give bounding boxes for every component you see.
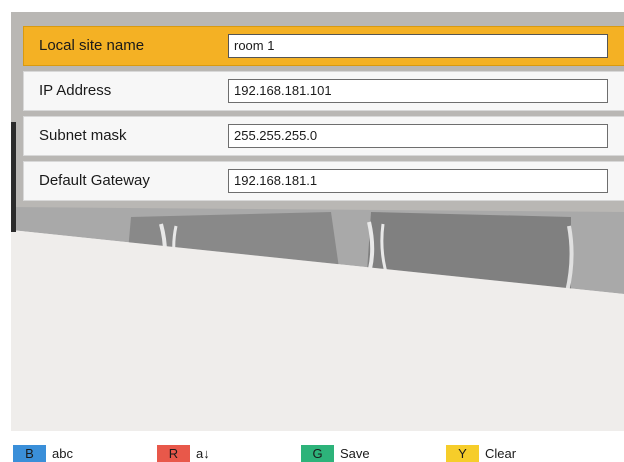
row-default-gateway[interactable]: Default Gateway 192.168.181.1 <box>23 161 624 201</box>
row-local-site-name[interactable]: Local site name room 1 <box>23 26 624 66</box>
default-gateway-field[interactable]: 192.168.181.1 <box>228 169 608 193</box>
local-site-name-field[interactable]: room 1 <box>228 34 608 58</box>
yellow-key-label: Clear <box>485 446 517 461</box>
red-key-badge: R <box>157 445 190 462</box>
network-settings-screen: Local site name room 1 IP Address 192.16… <box>0 0 624 462</box>
ip-address-field[interactable]: 192.168.181.101 <box>228 79 608 103</box>
red-key-hint[interactable]: R a↓ <box>157 445 210 462</box>
row-ip-address[interactable]: IP Address 192.168.181.101 <box>23 71 624 111</box>
local-site-name-label: Local site name <box>39 37 145 54</box>
subnet-mask-label: Subnet mask <box>39 127 127 144</box>
blue-key-hint[interactable]: B abc <box>13 445 73 462</box>
green-key-hint[interactable]: G Save <box>301 445 370 462</box>
settings-panel: Local site name room 1 IP Address 192.16… <box>11 12 624 431</box>
blue-key-label: abc <box>52 446 73 461</box>
yellow-key-hint[interactable]: Y Clear <box>446 445 516 462</box>
subnet-mask-field[interactable]: 255.255.255.0 <box>228 124 608 148</box>
green-key-label: Save <box>340 446 370 461</box>
remote-key-guide: B abc R a↓ G Save Y Clear <box>0 443 624 462</box>
yellow-key-badge: Y <box>446 445 479 462</box>
green-key-badge: G <box>301 445 334 462</box>
row-subnet-mask[interactable]: Subnet mask 255.255.255.0 <box>23 116 624 156</box>
blue-key-badge: B <box>13 445 46 462</box>
default-gateway-label: Default Gateway <box>39 172 150 189</box>
ip-address-label: IP Address <box>39 82 112 99</box>
form-rows: Local site name room 1 IP Address 192.16… <box>23 26 624 206</box>
red-key-label: a↓ <box>196 446 210 461</box>
